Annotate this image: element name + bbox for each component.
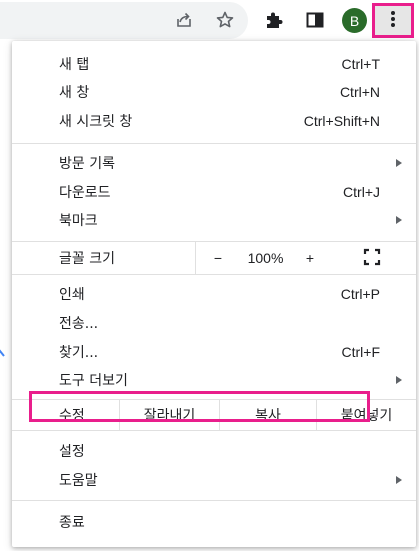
menu-item-more-tools[interactable]: 도구 더보기 [12,366,416,394]
menu-item-label: 다운로드 [59,185,111,201]
menu-item-label: 북마크 [59,213,98,229]
browser-window: B 새 탭 Ctrl+T 새 창 Ctrl+N 새 시크릿 창 Ctrl+Shi… [0,0,419,551]
menu-separator [12,430,416,431]
fullscreen-icon [363,248,381,269]
menu-zoom-row: 글꼴 크기 − 100% + [12,242,416,274]
submenu-arrow-icon [396,159,402,167]
zoom-out-button[interactable]: − [205,242,231,274]
search-icon-partial [0,344,8,368]
menu-item-shortcut: Ctrl+N [339,84,380,100]
menu-item-label: 새 탭 [59,57,90,73]
zoom-level-text: 100% [247,250,284,266]
menu-item-label: 새 창 [59,85,90,101]
menu-item-shortcut: Ctrl+P [340,286,380,302]
page-content-edge [0,41,12,551]
menu-item-label: 도구 더보기 [59,373,128,389]
menu-item-exit[interactable]: 종료 [12,508,416,536]
menu-item-shortcut: Ctrl+J [343,184,380,200]
more-menu-button[interactable] [372,3,414,38]
avatar-letter: B [349,12,360,29]
submenu-arrow-icon [396,376,402,384]
menu-item-label: 찾기... [59,345,99,361]
menu-item-label: 인쇄 [59,287,85,303]
menu-separator [12,500,416,501]
bookmark-star-icon[interactable] [214,9,236,31]
zoom-level-value: 100% [238,242,293,274]
menu-item-label: 방문 기록 [59,156,115,172]
zoom-in-button[interactable]: + [297,242,323,274]
profile-avatar[interactable]: B [342,8,367,33]
menu-item-shortcut: Ctrl+Shift+N [303,113,380,129]
menu-item-new-window[interactable]: 새 창 Ctrl+N [12,78,416,106]
chrome-main-menu: 새 탭 Ctrl+T 새 창 Ctrl+N 새 시크릿 창 Ctrl+Shift… [12,41,416,547]
menu-item-label: 종료 [59,515,85,531]
menu-item-new-tab[interactable]: 새 탭 Ctrl+T [12,50,416,78]
browser-toolbar: B [0,0,419,41]
menu-item-help[interactable]: 도움말 [12,466,416,494]
share-icon[interactable] [173,9,195,31]
menu-item-shortcut: Ctrl+F [341,344,381,360]
menu-item-cast[interactable]: 전송... [12,309,416,337]
zoom-label: 글꼴 크기 [59,251,115,267]
zoom-minus-glyph: − [213,250,223,266]
address-bar[interactable] [0,2,248,39]
fullscreen-button[interactable] [358,242,386,274]
menu-separator [12,274,416,275]
menu-item-bookmarks[interactable]: 북마크 [12,206,416,234]
submenu-arrow-icon [396,216,402,224]
submenu-arrow-icon [396,476,402,484]
more-vert-icon [390,10,396,32]
menu-item-label: 설정 [59,444,85,460]
extensions-icon[interactable] [263,9,285,31]
menu-item-label: 전송... [59,316,99,332]
menu-item-print[interactable]: 인쇄 Ctrl+P [12,280,416,308]
menu-item-label: 도움말 [59,473,98,489]
zoom-plus-glyph: + [305,250,315,266]
menu-item-new-incognito-window[interactable]: 새 시크릿 창 Ctrl+Shift+N [12,107,416,135]
menu-item-label: 새 시크릿 창 [59,114,133,130]
menu-item-shortcut: Ctrl+T [341,56,381,72]
menu-item-downloads[interactable]: 다운로드 Ctrl+J [12,178,416,206]
menu-item-settings[interactable]: 설정 [12,437,416,465]
menu-item-history[interactable]: 방문 기록 [12,149,416,177]
settings-highlight-box [29,391,370,422]
side-panel-icon[interactable] [304,9,326,31]
zoom-divider [195,242,196,274]
menu-item-find[interactable]: 찾기... Ctrl+F [12,338,416,366]
menu-separator [12,143,416,144]
